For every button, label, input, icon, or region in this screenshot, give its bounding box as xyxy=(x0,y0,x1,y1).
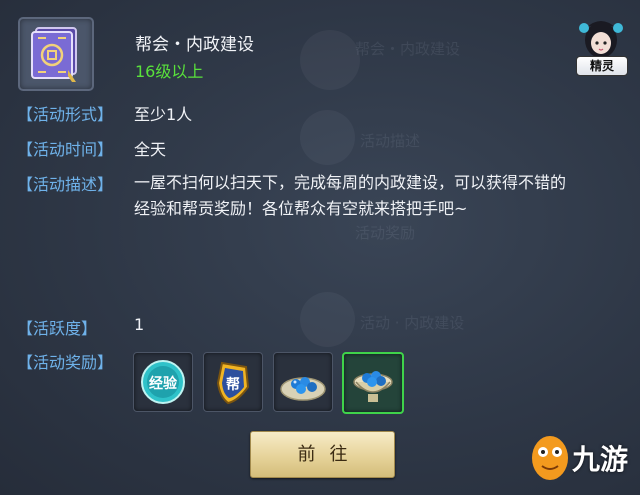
go-button[interactable]: 前往 xyxy=(250,431,395,478)
label-activity-form: 【活动形式】 xyxy=(17,105,114,124)
label-activity-description: 【活动描述】 xyxy=(17,175,114,194)
value-activity-form: 至少1人 xyxy=(134,105,193,124)
value-activity-points: 1 xyxy=(134,315,145,334)
reward-slot-pearls-plate[interactable] xyxy=(273,352,333,412)
exp-orb-icon: 经验 xyxy=(141,360,185,404)
exp-orb-text: 经验 xyxy=(149,375,178,392)
blue-pearls-plate-icon xyxy=(280,377,326,401)
value-activity-time: 全天 xyxy=(134,140,167,159)
spirit-badge[interactable]: 精灵 xyxy=(576,56,628,76)
guild-badge-icon: 帮 xyxy=(216,361,250,405)
activity-title: 帮会・内政建设 xyxy=(135,35,254,55)
watermark-text: 九游 xyxy=(572,443,629,476)
reward-slot-guild-contribution[interactable]: 帮 xyxy=(203,352,263,412)
reward-slot-exp[interactable]: 经验 xyxy=(133,352,193,412)
guild-badge-text: 帮 xyxy=(226,376,240,393)
label-activity-points: 【活跃度】 xyxy=(17,319,98,338)
reward-slot-pearls-bowl[interactable] xyxy=(342,352,404,414)
label-activity-time: 【活动时间】 xyxy=(17,140,114,159)
label-activity-rewards: 【活动奖励】 xyxy=(17,353,114,372)
activity-book-icon xyxy=(18,17,94,91)
value-activity-description: 一屋不扫何以扫天下，完成每周的内政建设，可以获得不错的经验和帮贡奖励！各位帮众有… xyxy=(134,173,567,218)
level-requirement: 16级以上 xyxy=(135,62,204,81)
blue-pearls-bowl-icon xyxy=(353,371,393,402)
